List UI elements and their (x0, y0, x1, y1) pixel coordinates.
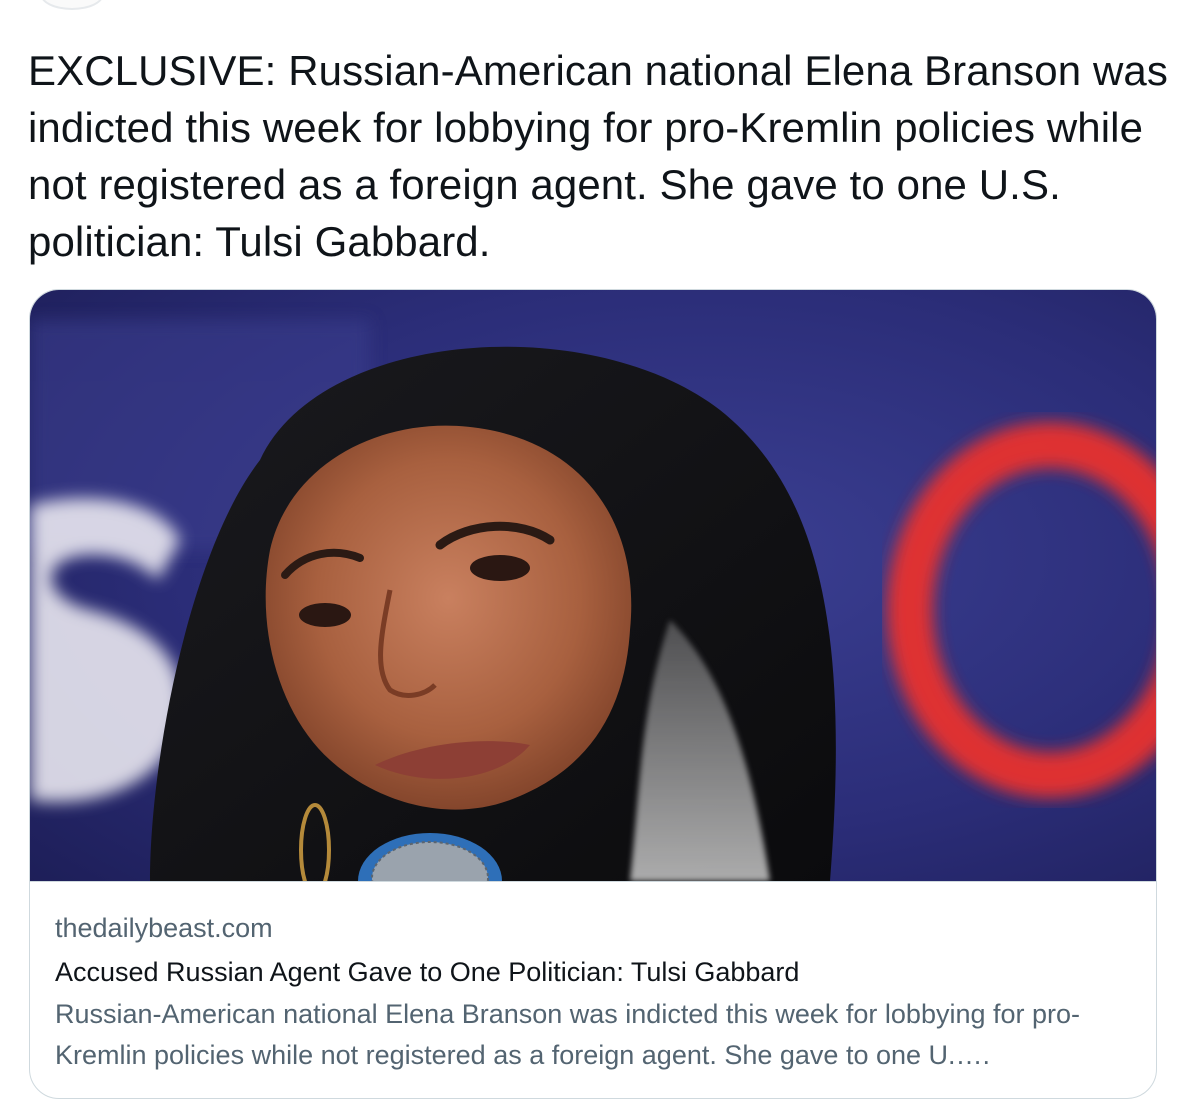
link-card-domain: thedailybeast.com (55, 913, 273, 943)
link-card-image[interactable] (30, 290, 1157, 881)
avatar[interactable] (40, 0, 104, 10)
link-preview-card[interactable]: thedailybeast.com Accused Russian Agent … (29, 289, 1157, 1099)
link-card-description: Russian-American national Elena Branson … (55, 999, 1081, 1070)
link-card-body[interactable]: thedailybeast.com Accused Russian Agent … (55, 908, 1145, 1076)
tweet-text: EXCLUSIVE: Russian-American national Ele… (28, 47, 1168, 265)
link-card-title: Accused Russian Agent Gave to One Politi… (55, 957, 800, 987)
card-divider (30, 881, 1156, 882)
